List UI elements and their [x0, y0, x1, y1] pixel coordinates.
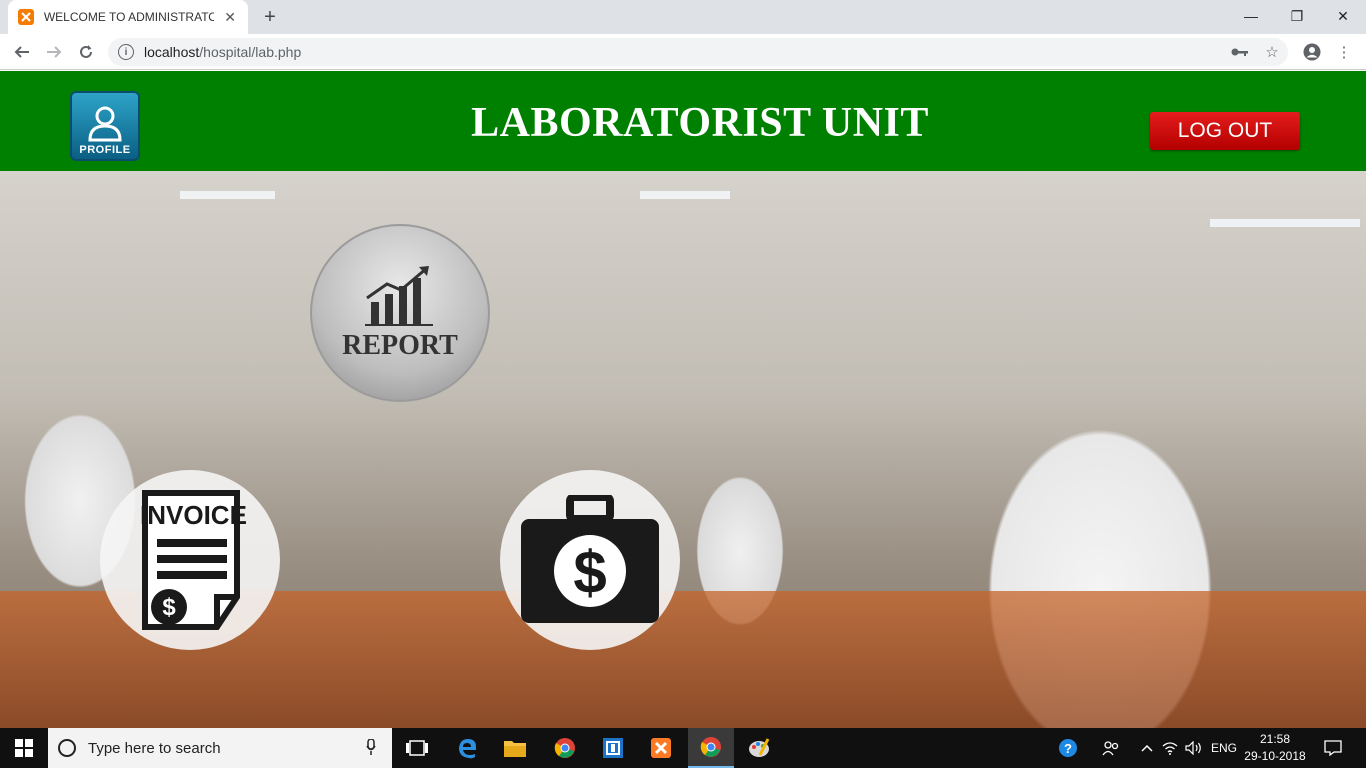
report-tile[interactable]: REPORT — [310, 224, 490, 402]
taskbar: Type here to search ? ENG 21:58 29-10-20… — [0, 728, 1366, 768]
new-tab-button[interactable]: + — [258, 5, 282, 29]
site-info-icon[interactable]: i — [118, 44, 134, 60]
logout-button[interactable]: LOG OUT — [1150, 112, 1300, 150]
briefcase-dollar-icon: $ — [521, 495, 659, 623]
task-view-icon[interactable] — [394, 728, 440, 768]
file-explorer-icon[interactable] — [492, 728, 538, 768]
store-app-icon[interactable] — [590, 728, 636, 768]
forward-icon[interactable] — [42, 40, 66, 64]
help-icon[interactable]: ? — [1056, 728, 1080, 768]
volume-icon[interactable] — [1184, 728, 1204, 768]
svg-text:?: ? — [1064, 741, 1072, 756]
svg-text:$: $ — [162, 594, 176, 621]
tab-close-icon[interactable]: ✕ — [222, 9, 238, 25]
key-icon[interactable] — [1230, 42, 1250, 62]
back-icon[interactable] — [10, 40, 34, 64]
clock-time: 21:58 — [1259, 732, 1291, 746]
xampp-icon[interactable] — [638, 728, 684, 768]
system-clock[interactable]: 21:58 29-10-2018 — [1240, 731, 1310, 765]
edge-icon[interactable] — [444, 728, 490, 768]
search-placeholder: Type here to search — [88, 739, 221, 757]
tab-title: WELCOME TO ADMINISTRATOR — [43, 10, 215, 24]
xampp-favicon-icon — [18, 9, 34, 25]
paint-icon[interactable] — [736, 728, 782, 768]
clock-date: 29-10-2018 — [1244, 749, 1306, 763]
microphone-icon[interactable] — [358, 737, 384, 758]
browser-tabstrip: WELCOME TO ADMINISTRATOR ✕ + — ❐ ✕ — [0, 0, 1366, 34]
cortana-icon — [58, 739, 76, 757]
windows-start-icon[interactable] — [0, 728, 48, 768]
money-symbol: $ — [573, 539, 606, 606]
invoice-tile[interactable]: $ — [100, 470, 280, 650]
menu-kebab-icon[interactable]: ⋮ — [1334, 42, 1354, 62]
show-hidden-icons-icon[interactable] — [1138, 728, 1156, 768]
browser-toolbar: i localhost/hospital/lab.php ☆ ⋮ — [0, 34, 1366, 70]
minimize-button[interactable]: — — [1228, 0, 1274, 32]
bookmark-star-icon[interactable]: ☆ — [1262, 42, 1282, 62]
action-center-icon[interactable] — [1318, 728, 1348, 768]
ceiling-light — [180, 191, 275, 199]
people-icon[interactable] — [1100, 728, 1122, 768]
invoice-label: INVOICE — [140, 500, 247, 530]
browser-tab[interactable]: WELCOME TO ADMINISTRATOR ✕ — [8, 0, 248, 34]
account-icon[interactable] — [1302, 42, 1322, 62]
close-window-button[interactable]: ✕ — [1320, 0, 1366, 32]
bar-chart-icon — [365, 266, 433, 326]
chrome-icon[interactable] — [542, 728, 588, 768]
address-bar[interactable]: i localhost/hospital/lab.php — [108, 38, 1288, 66]
chrome-active-icon[interactable] — [688, 728, 734, 768]
page-header: PROFILE LABORATORIST UNIT LOG OUT — [0, 71, 1366, 171]
url-host: localhost — [144, 44, 200, 60]
payment-tile[interactable]: $ — [500, 470, 680, 650]
ceiling-light — [1210, 219, 1360, 227]
reload-icon[interactable] — [74, 40, 98, 64]
report-label: REPORT — [342, 330, 458, 361]
language-indicator[interactable]: ENG — [1208, 728, 1240, 768]
ceiling-light — [640, 191, 730, 199]
url-path: /hospital/lab.php — [199, 44, 302, 60]
taskbar-search[interactable]: Type here to search — [48, 728, 392, 768]
wifi-icon[interactable] — [1160, 728, 1180, 768]
restore-button[interactable]: ❐ — [1274, 0, 1320, 32]
